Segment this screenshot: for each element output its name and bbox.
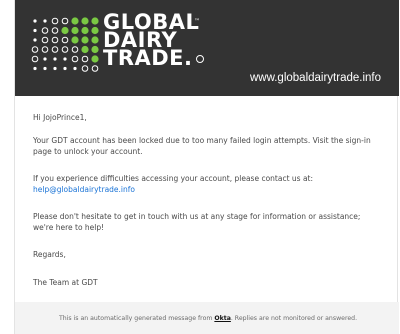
signoff-text: The Team at GDT (33, 278, 98, 287)
logo-dot (63, 66, 67, 71)
okta-link[interactable]: Okta (214, 315, 231, 322)
email-card: GLOBAL DAIRY TRADE. ™ www.globaldairytra… (14, 0, 399, 334)
logo-dot (91, 36, 99, 44)
logo-dot (31, 55, 39, 63)
logo-dot (61, 36, 69, 44)
logo-dot (61, 46, 69, 53)
email-container: GLOBAL DAIRY TRADE. ™ www.globaldairytra… (14, 0, 400, 334)
logo-dot (81, 36, 89, 44)
logo-dot (71, 26, 79, 35)
logo-dot (51, 36, 59, 44)
logo-dot (51, 46, 59, 53)
logo-dot (81, 65, 89, 72)
logo-dot (53, 66, 57, 71)
support-email-link[interactable]: help@globaldairytrade.info (33, 185, 135, 194)
logo-dot (53, 57, 57, 61)
logo-dot (71, 46, 79, 53)
contact-text: If you experience difficulties accessing… (33, 174, 314, 183)
trademark-symbol: ™ (194, 18, 200, 25)
regards-text: Regards, (33, 250, 66, 259)
footer-text: This is an automatically generated messa… (33, 315, 383, 322)
logo-dot (41, 46, 49, 53)
logo-dot (61, 26, 69, 35)
greeting: Hi JojoPrince1, (33, 113, 87, 122)
logo-dot (61, 17, 69, 25)
logo-dot (81, 45, 89, 54)
contact-paragraph: If you experience difficulties accessing… (33, 173, 383, 195)
logo-dot (91, 45, 99, 54)
logo-dot (91, 55, 99, 63)
logo-dot (43, 57, 47, 61)
lock-notice-paragraph: Your GDT account has been locked due to … (33, 136, 371, 156)
logo-dot (41, 36, 49, 44)
logo-line-3: TRADE. (103, 46, 204, 70)
registered-mark-icon (195, 55, 204, 63)
logo-dot (33, 28, 37, 33)
footer-prefix: This is an automatically generated messa… (58, 315, 215, 322)
logo-dot (33, 66, 37, 71)
logo-dot (33, 19, 37, 23)
gdt-logo-wordmark: GLOBAL DAIRY TRADE. (103, 12, 204, 70)
logo-dot (81, 17, 89, 25)
logo-dot (81, 55, 89, 63)
logo-dot (51, 27, 59, 34)
logo-dot (33, 38, 37, 42)
logo-dot (71, 55, 79, 63)
logo-dot (43, 19, 47, 23)
gdt-logo-dots-icon (31, 17, 99, 72)
website-url: www.globaldairytrade.info (249, 72, 381, 84)
logo-line-3-text: TRADE. (103, 46, 193, 70)
logo-dot (51, 17, 59, 25)
logo-dot (73, 66, 77, 71)
logo-dot (91, 26, 99, 35)
logo-dot (91, 65, 99, 72)
logo-dot (71, 17, 79, 25)
assistance-paragraph: Please don't hesitate to get in touch wi… (33, 212, 361, 232)
logo-dot (81, 26, 89, 35)
email-header: GLOBAL DAIRY TRADE. ™ www.globaldairytra… (15, 0, 399, 96)
logo-dot (43, 66, 47, 71)
footer-suffix: . Replies are not monitored or answered. (230, 315, 358, 322)
logo-dot (31, 46, 39, 53)
logo-dot (41, 27, 49, 34)
logo-dot (91, 17, 99, 25)
logo-dot (71, 36, 79, 44)
email-footer: This is an automatically generated messa… (15, 302, 399, 334)
logo-dot (63, 57, 67, 61)
